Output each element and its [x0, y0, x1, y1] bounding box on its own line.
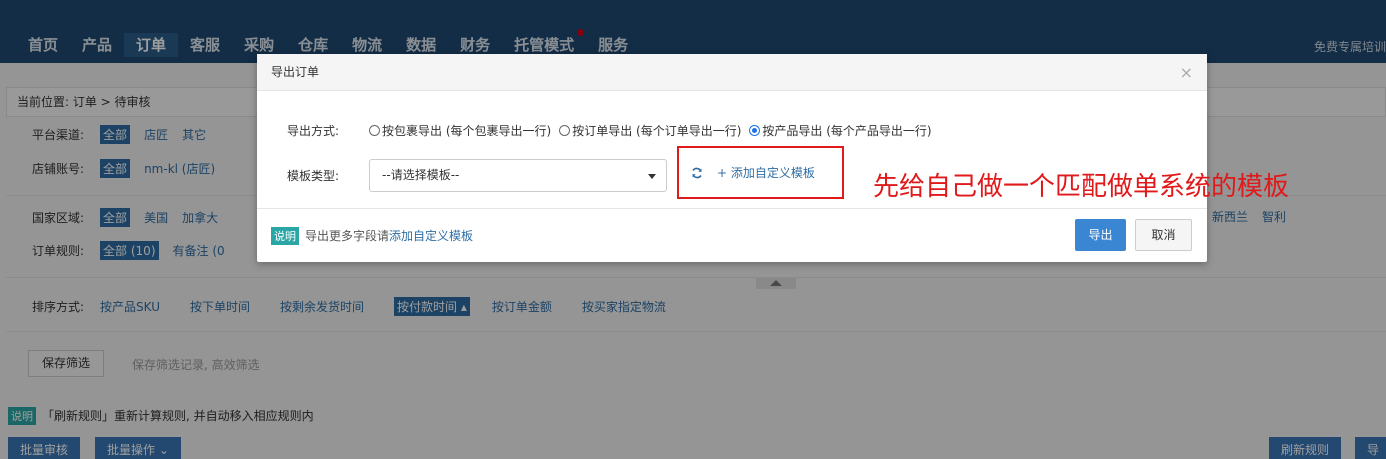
export-orders-dialog: 导出订单 × 导出方式: 按包裹导出 (每个包裹导出一行) 按订单导出 (每个订… — [257, 54, 1207, 262]
template-row: 模板类型: --请选择模板-- — [287, 159, 668, 192]
export-button[interactable]: 导出 — [1075, 219, 1126, 251]
chevron-down-icon — [648, 174, 657, 179]
radio-label: 按包裹导出 (每个包裹导出一行) — [382, 124, 552, 138]
radio-label: 按订单导出 (每个订单导出一行) — [572, 124, 742, 138]
template-type-label: 模板类型: — [287, 169, 340, 183]
dialog-title: 导出订单 — [271, 65, 320, 79]
refresh-icon[interactable] — [691, 167, 703, 179]
template-select-value: --请选择模板-- — [382, 168, 460, 182]
radio-export-by-package[interactable]: 按包裹导出 (每个包裹导出一行) — [369, 122, 551, 139]
highlight-box: + 添加自定义模板 — [677, 146, 844, 199]
export-mode-label: 导出方式: — [287, 124, 340, 138]
radio-export-by-order[interactable]: 按订单导出 (每个订单导出一行) — [559, 122, 741, 139]
close-icon[interactable]: × — [1180, 54, 1193, 91]
template-select[interactable]: --请选择模板-- — [369, 159, 668, 192]
radio-circle — [369, 125, 381, 136]
export-mode-row: 导出方式: 按包裹导出 (每个包裹导出一行) 按订单导出 (每个订单导出一行) … — [287, 122, 940, 139]
footer-note: 说明 导出更多字段请添加自定义模板 — [271, 227, 473, 245]
radio-label: 按产品导出 (每个产品导出一行) — [762, 124, 932, 138]
footer-note-text: 导出更多字段请 — [305, 229, 390, 243]
cancel-button[interactable]: 取消 — [1135, 219, 1192, 251]
annotation-text: 先给自己做一个匹配做单系统的模板 — [873, 172, 1290, 202]
note-badge: 说明 — [271, 227, 299, 245]
radio-export-by-product[interactable]: 按产品导出 (每个产品导出一行) — [749, 122, 932, 139]
footer-add-template-link[interactable]: 添加自定义模板 — [389, 229, 473, 243]
radio-circle — [749, 125, 761, 136]
radio-circle — [559, 125, 571, 136]
dialog-header: 导出订单 × — [257, 54, 1207, 91]
dialog-footer: 说明 导出更多字段请添加自定义模板 导出 取消 — [257, 208, 1207, 262]
add-custom-template-link[interactable]: + 添加自定义模板 — [717, 164, 815, 181]
